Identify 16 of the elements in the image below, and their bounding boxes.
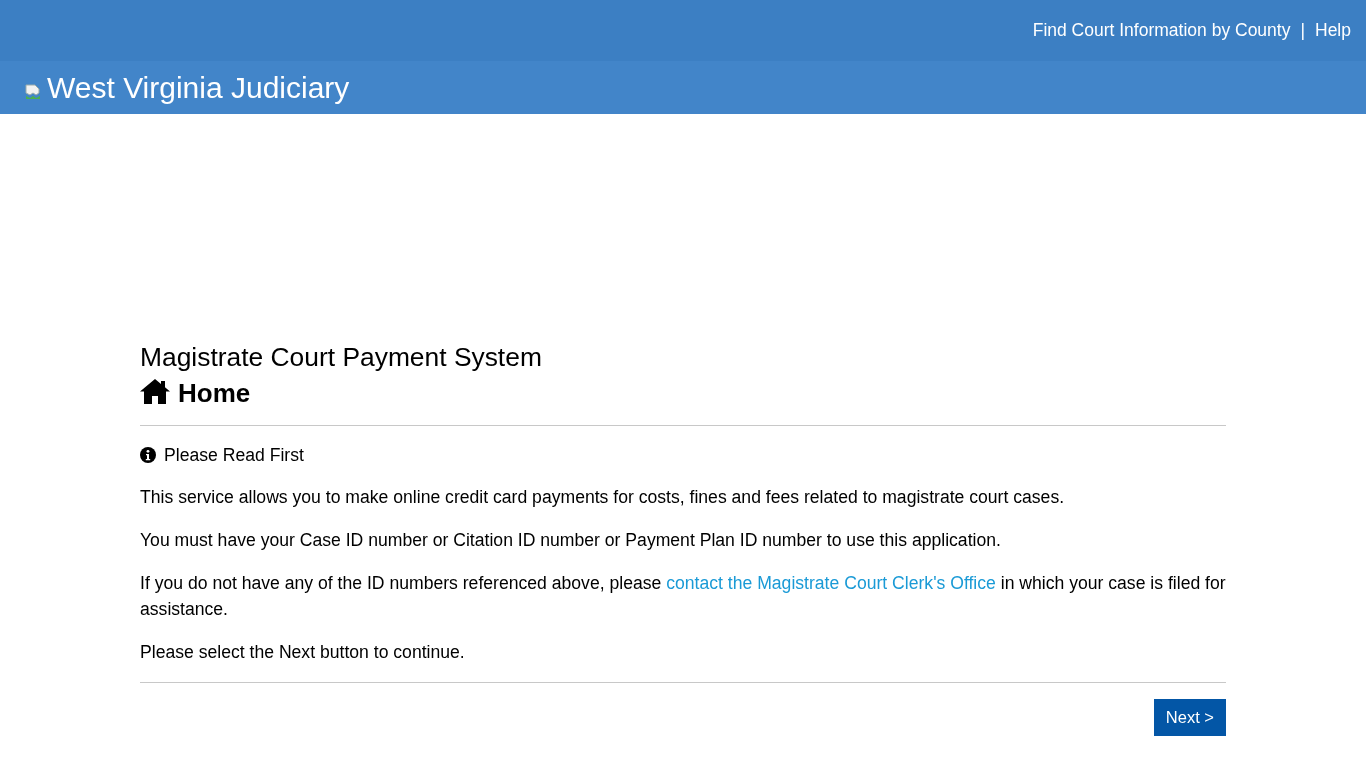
app-title: Magistrate Court Payment System bbox=[140, 342, 543, 374]
separator-text: | bbox=[1300, 19, 1305, 43]
paragraph-text: This service allows you to make online credit card payments for costs, fines and fees related to magistrate court cases. bbox=[140, 486, 1066, 510]
notice-heading: Please Read First bbox=[164, 443, 304, 467]
contact-link[interactable]: contact the Magistrate Court Clerk's Office bbox=[666, 573, 996, 594]
page-heading: Home bbox=[178, 377, 251, 409]
paragraph-text: If you do not have any of the ID numbers referenced above, please contact the Magistrate Court Clerk's Office in which your case is filed for assistance. bbox=[140, 572, 1226, 622]
header-link[interactable]: Help bbox=[1315, 17, 1351, 44]
site-title: West Virginia Judiciary bbox=[47, 72, 350, 103]
next-button[interactable]: Next > bbox=[1153, 699, 1226, 736]
home-icon bbox=[140, 378, 170, 404]
info-icon bbox=[140, 447, 156, 464]
paragraph-text: Please select the Next button to continue. bbox=[140, 641, 466, 665]
broken-image-icon bbox=[25, 83, 41, 100]
paragraph-text: You must have your Case ID number or Citation ID number or Payment Plan ID number to use this application. bbox=[140, 529, 1002, 553]
header-link[interactable]: Find Court Information by County bbox=[1032, 17, 1291, 44]
